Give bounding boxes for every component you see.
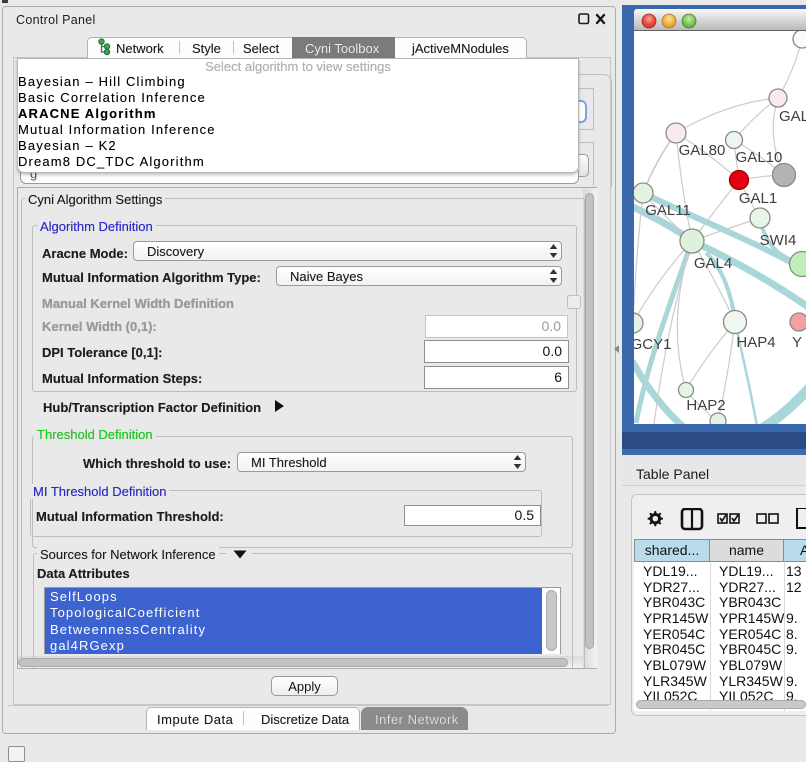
svg-text:GAL4: GAL4 [694, 255, 732, 272]
svg-text:GAL10: GAL10 [736, 149, 783, 166]
svg-text:HAP2: HAP2 [686, 397, 725, 414]
svg-text:GCY1: GCY1 [634, 336, 671, 353]
svg-text:SWI4: SWI4 [760, 232, 797, 249]
svg-text:GAL: GAL [779, 108, 806, 125]
svg-text:GAL11: GAL11 [645, 202, 691, 219]
svg-text:GAL1: GAL1 [739, 190, 777, 207]
svg-text:Y: Y [792, 334, 802, 351]
svg-text:HAP4: HAP4 [736, 334, 775, 351]
svg-text:GAL80: GAL80 [679, 142, 726, 159]
